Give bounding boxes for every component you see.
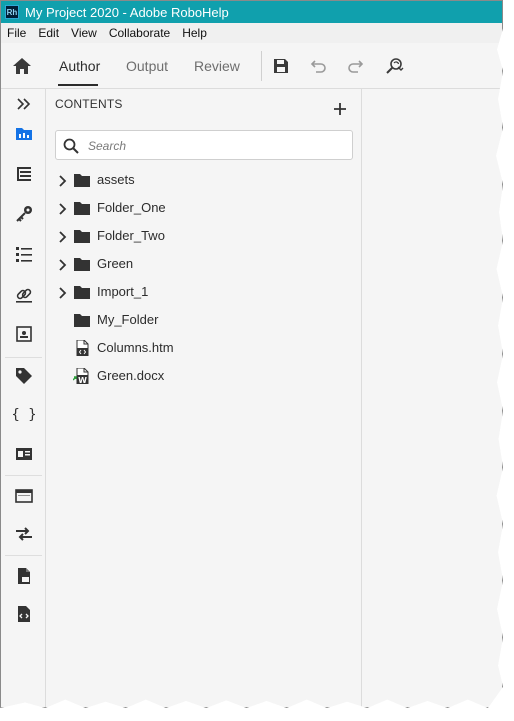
menu-edit[interactable]: Edit xyxy=(32,26,65,40)
key-icon[interactable] xyxy=(13,203,35,225)
menu-file[interactable]: File xyxy=(1,26,32,40)
chevron-right-icon[interactable] xyxy=(58,286,68,299)
toc-icon[interactable] xyxy=(13,163,35,185)
file-export-icon[interactable] xyxy=(13,565,35,587)
folder-icon xyxy=(73,228,91,244)
tree-item-label: Import_1 xyxy=(97,284,149,299)
window-icon[interactable] xyxy=(13,485,35,507)
tree-item-label: Folder_Two xyxy=(97,228,165,243)
tree-item-folder-two[interactable]: Folder_Two xyxy=(47,224,347,248)
tree-item-label: Green xyxy=(97,256,134,271)
chevron-right-icon[interactable] xyxy=(58,174,68,187)
rail-divider xyxy=(5,555,42,556)
tab-output[interactable]: Output xyxy=(126,58,168,74)
menu-view[interactable]: View xyxy=(65,26,103,40)
folder-icon xyxy=(73,312,91,328)
panel-title: CONTENTS xyxy=(55,97,123,111)
expand-icon[interactable] xyxy=(13,93,35,115)
tree-item-import-1[interactable]: Import_1 xyxy=(47,280,347,304)
link-icon[interactable] xyxy=(13,283,35,305)
menu-bar: File Edit View Collaborate Help xyxy=(1,23,502,43)
redo-icon[interactable] xyxy=(346,56,366,76)
folder-icon xyxy=(73,172,91,188)
chevron-right-icon[interactable] xyxy=(58,230,68,243)
tree-item-label: My_Folder xyxy=(97,312,159,327)
id-card-icon[interactable] xyxy=(13,443,35,465)
tree-item-my-folder[interactable]: My_Folder xyxy=(47,308,347,332)
folder-icon xyxy=(73,284,91,300)
tag-icon[interactable] xyxy=(13,365,35,387)
htm-file-icon xyxy=(73,339,91,357)
contents-icon[interactable] xyxy=(13,123,35,145)
tree-item-assets[interactable]: assets xyxy=(47,168,347,192)
undo-icon[interactable] xyxy=(308,56,328,76)
active-tab-indicator xyxy=(58,84,98,86)
snippet-icon[interactable] xyxy=(13,323,35,345)
chevron-right-icon[interactable] xyxy=(58,202,68,215)
rail-divider xyxy=(5,475,42,476)
toolbar: Author Output Review xyxy=(1,43,502,89)
contents-panel: CONTENTS assets Folder_One Folder_Two xyxy=(47,89,362,707)
variables-icon[interactable]: { } xyxy=(11,403,36,425)
left-rail: { } xyxy=(1,89,46,707)
search-icon xyxy=(63,138,79,154)
docx-linked-file-icon: W xyxy=(72,367,91,385)
tree-item-folder-one[interactable]: Folder_One xyxy=(47,196,347,220)
editor-area xyxy=(362,89,502,707)
tab-review[interactable]: Review xyxy=(194,58,240,74)
tree-item-columns-htm[interactable]: Columns.htm xyxy=(47,336,347,360)
swap-icon[interactable] xyxy=(13,523,35,545)
save-icon[interactable] xyxy=(271,56,291,76)
home-icon[interactable] xyxy=(11,55,33,77)
list-icon[interactable] xyxy=(13,243,35,265)
toolbar-divider xyxy=(261,51,262,81)
tree-item-green-docx[interactable]: W Green.docx xyxy=(47,364,347,388)
tree-item-label: Columns.htm xyxy=(97,340,174,355)
add-icon[interactable] xyxy=(332,101,348,117)
tree-item-label: assets xyxy=(97,172,135,187)
menu-help[interactable]: Help xyxy=(176,26,213,40)
menu-collaborate[interactable]: Collaborate xyxy=(103,26,176,40)
robohelp-app-icon: Rh xyxy=(5,5,19,19)
search-box xyxy=(55,130,353,160)
svg-text:W: W xyxy=(78,376,87,384)
chevron-right-icon[interactable] xyxy=(58,258,68,271)
folder-icon xyxy=(73,200,91,216)
window-title: My Project 2020 - Adobe RoboHelp xyxy=(25,4,229,20)
tree-item-green[interactable]: Green xyxy=(47,252,347,276)
tree-item-label: Folder_One xyxy=(97,200,166,215)
file-code-icon[interactable] xyxy=(13,603,35,625)
app-icon-text: Rh xyxy=(6,7,18,17)
search-input[interactable] xyxy=(86,135,340,157)
search-replace-icon[interactable] xyxy=(385,56,405,76)
title-bar: Rh My Project 2020 - Adobe RoboHelp xyxy=(1,1,502,23)
folder-icon xyxy=(73,256,91,272)
tab-author[interactable]: Author xyxy=(59,58,100,74)
rail-divider xyxy=(5,357,42,358)
robohelp-window: Rh My Project 2020 - Adobe RoboHelp File… xyxy=(0,0,503,708)
svg-text:{ }: { } xyxy=(13,407,35,423)
tree-item-label: Green.docx xyxy=(97,368,165,383)
